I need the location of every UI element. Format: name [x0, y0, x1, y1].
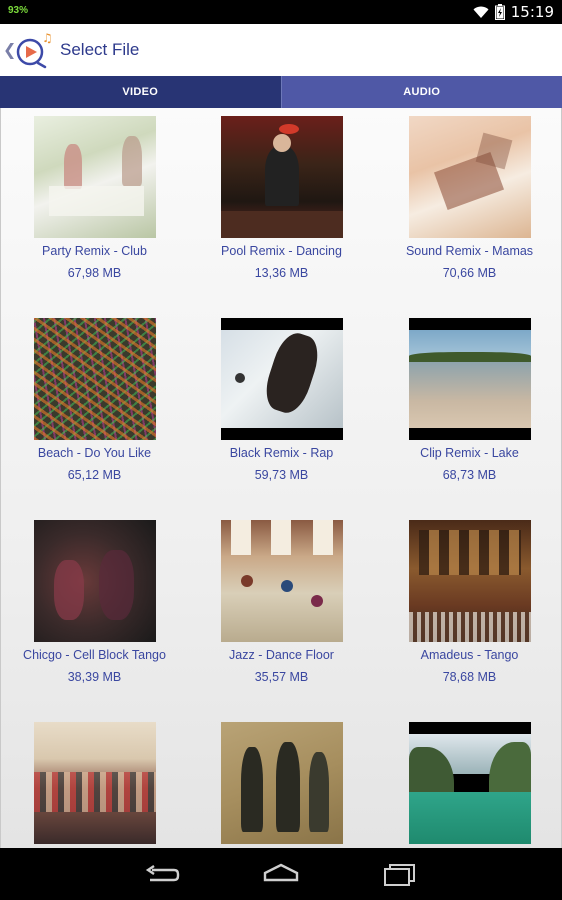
app-logo-icon[interactable]: ♫ — [12, 30, 56, 70]
file-item[interactable]: Sound Remix - Mamas 70,66 MB — [376, 116, 561, 280]
file-item[interactable] — [376, 722, 561, 848]
file-item[interactable]: Black Remix - Rap 59,73 MB — [188, 318, 375, 482]
status-icons: 15:19 — [473, 2, 554, 22]
video-thumbnail[interactable] — [220, 318, 343, 440]
file-size: 67,98 MB — [67, 266, 122, 280]
file-name: Beach - Do You Like — [37, 446, 152, 460]
recent-apps-icon[interactable] — [380, 862, 420, 886]
file-item[interactable]: Chicgo - Cell Block Tango 38,39 MB — [1, 520, 188, 684]
video-thumbnail[interactable] — [33, 116, 156, 238]
file-item[interactable]: Party Remix - Club 67,98 MB — [1, 116, 188, 280]
file-name: Amadeus - Tango — [420, 648, 519, 662]
file-item[interactable]: Pool Remix - Dancing 13,36 MB — [188, 116, 375, 280]
file-name: Chicgo - Cell Block Tango — [23, 648, 166, 662]
file-size: 13,36 MB — [254, 266, 309, 280]
file-name: Party Remix - Club — [42, 244, 147, 258]
file-item[interactable]: Beach - Do You Like 65,12 MB — [1, 318, 188, 482]
file-name: Sound Remix - Mamas — [405, 244, 534, 258]
video-thumbnail[interactable] — [33, 318, 156, 440]
file-size: 70,66 MB — [442, 266, 497, 280]
wifi-icon — [473, 6, 489, 18]
file-name: Clip Remix - Lake — [420, 446, 519, 460]
tab-video[interactable]: VIDEO — [0, 76, 282, 108]
action-bar: ❮ ♫ Select File — [0, 24, 562, 76]
tab-audio[interactable]: AUDIO — [281, 76, 562, 108]
video-thumbnail[interactable] — [408, 520, 531, 642]
clock: 15:19 — [510, 3, 554, 21]
file-item[interactable] — [188, 722, 375, 848]
file-item[interactable]: Amadeus - Tango 78,68 MB — [376, 520, 561, 684]
file-size: 38,39 MB — [67, 670, 122, 684]
file-grid[interactable]: Party Remix - Club 67,98 MB Pool Remix -… — [0, 108, 562, 848]
status-bar: 93% 15:19 — [0, 0, 562, 24]
video-thumbnail[interactable] — [220, 722, 343, 844]
video-thumbnail[interactable] — [33, 722, 156, 844]
video-thumbnail[interactable] — [220, 116, 343, 238]
video-thumbnail[interactable] — [408, 722, 531, 844]
video-thumbnail[interactable] — [408, 318, 531, 440]
navigation-bar — [0, 848, 562, 900]
home-icon[interactable] — [261, 862, 301, 886]
file-item[interactable]: Clip Remix - Lake 68,73 MB — [376, 318, 561, 482]
file-name: Pool Remix - Dancing — [221, 244, 342, 258]
tab-bar: VIDEO AUDIO — [0, 76, 562, 108]
file-size: 65,12 MB — [67, 468, 122, 482]
battery-percent: 93% — [8, 5, 29, 16]
file-size: 78,68 MB — [442, 670, 497, 684]
video-thumbnail[interactable] — [408, 116, 531, 238]
back-icon[interactable] — [142, 862, 182, 886]
file-name: Black Remix - Rap — [229, 446, 334, 460]
file-size: 35,57 MB — [254, 670, 309, 684]
file-size: 68,73 MB — [442, 468, 497, 482]
svg-text:♫: ♫ — [42, 31, 53, 45]
page-title: Select File — [60, 40, 140, 59]
file-name: Jazz - Dance Floor — [229, 648, 334, 662]
file-item[interactable]: Jazz - Dance Floor 35,57 MB — [188, 520, 375, 684]
file-size: 59,73 MB — [254, 468, 309, 482]
video-thumbnail[interactable] — [33, 520, 156, 642]
file-item[interactable] — [1, 722, 188, 848]
battery-icon — [494, 4, 505, 20]
video-thumbnail[interactable] — [220, 520, 343, 642]
